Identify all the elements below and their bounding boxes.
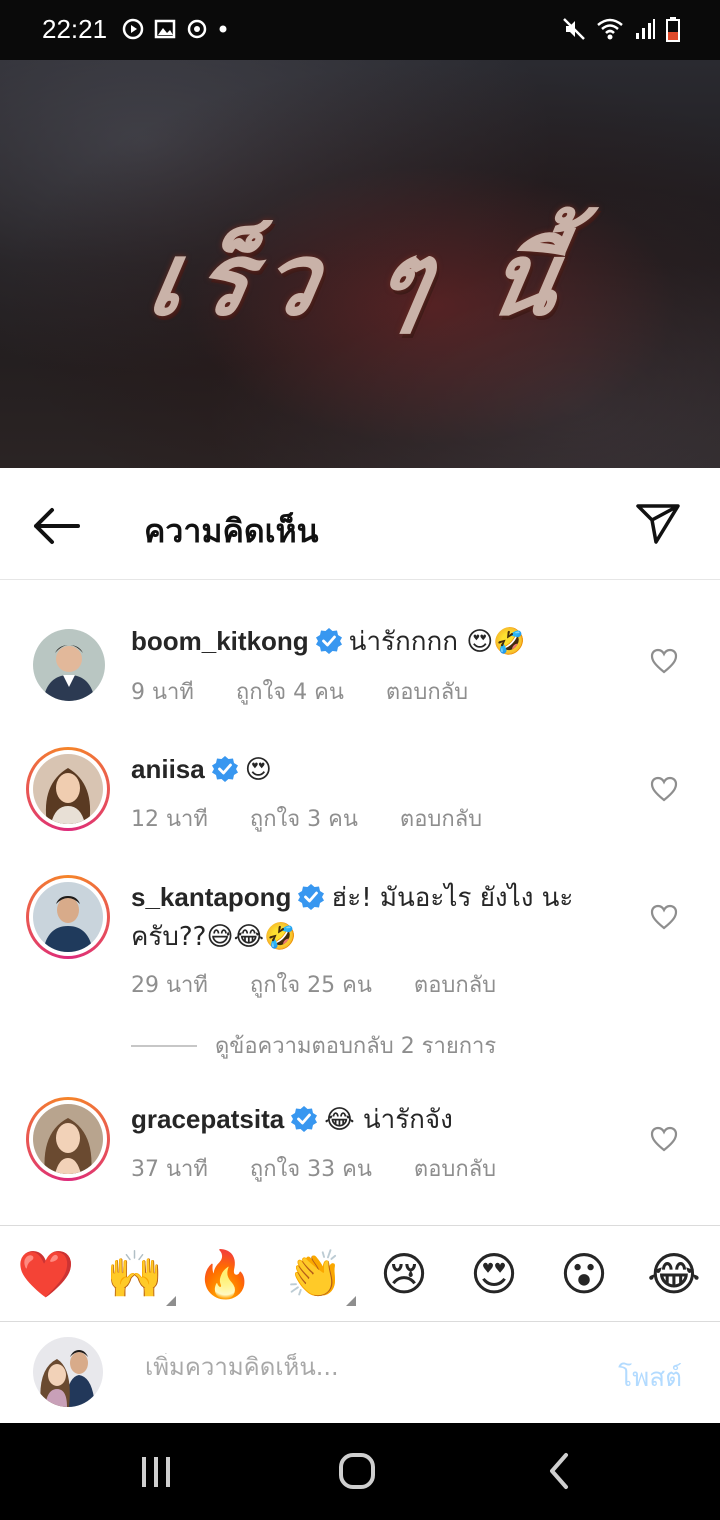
avatar[interactable] [26,747,110,831]
video-preview[interactable]: เร็ว ๆ นี้ [0,60,720,468]
mute-icon [563,18,585,40]
comment-body: 😂 น่ารักจัง [324,1105,453,1135]
avatar[interactable] [26,875,110,959]
home-icon[interactable] [333,1451,381,1493]
back-arrow-icon[interactable] [28,504,84,548]
status-time: 22:21 [42,14,108,44]
sync-icon [187,19,207,39]
verified-badge-icon [298,884,325,910]
reaction-surprised[interactable]: 😮 [556,1246,612,1302]
reply-button[interactable]: ตอบกลับ [386,674,468,709]
comment-text-line: gracepatsita 😂 น่ารักจัง [131,1099,631,1140]
comment-time: 12 นาที [131,807,208,832]
comment-text-line: boom_kitkong น่ารักกกก 😍🤣 [131,621,631,662]
comment-meta: 12 นาที ถูกใจ 3 คน ตอบกลับ [131,801,482,836]
back-nav-icon[interactable] [536,1451,584,1493]
dot-icon [219,25,227,33]
like-count[interactable]: ถูกใจ 4 คน [236,674,344,709]
heart-icon[interactable] [650,776,678,802]
username[interactable]: boom_kitkong [131,626,309,656]
system-navigation-bar [0,1423,720,1520]
status-bar: 22:21 [0,0,720,60]
recent-apps-icon[interactable] [132,1451,180,1493]
avatar[interactable] [26,1097,110,1181]
system-icons [562,16,680,42]
comment-composer: โพสต์ [0,1323,720,1423]
reaction-laughing[interactable]: 😂 [646,1246,702,1302]
skin-tone-indicator-icon [166,1296,176,1306]
comment-body-continued: ครับ??😅😂🤣 [131,922,297,952]
comment-meta: 9 นาที ถูกใจ 4 คน ตอบกลับ [131,674,468,709]
current-user-avatar [33,1337,103,1407]
send-icon[interactable] [634,500,682,548]
post-button[interactable]: โพสต์ [618,1357,682,1398]
clap-emoji: 👏 [286,1247,344,1301]
reaction-heart-eyes[interactable]: 😍 [466,1246,522,1302]
comment-meta: 29 นาที ถูกใจ 25 คน ตอบกลับ [131,967,496,1002]
verified-badge-icon [211,756,238,782]
comment-text-line: aniisa 😍 [131,749,631,790]
like-count[interactable]: ถูกใจ 3 คน [250,801,358,836]
raised-hands-emoji: 🙌 [106,1247,164,1301]
page-title: ความคิดเห็น [144,512,319,550]
avatar[interactable] [33,629,105,701]
reaction-raised-hands[interactable]: 🙌 [106,1246,176,1306]
divider [131,1044,197,1047]
comment-time: 9 นาที [131,680,194,705]
wifi-icon [597,18,623,40]
view-replies-label: ดูข้อความตอบกลับ 2 รายการ [215,1034,497,1059]
username[interactable]: gracepatsita [131,1104,284,1134]
comment-list: boom_kitkong น่ารักกกก 😍🤣 9 นาที ถูกใจ 4 … [0,581,720,1224]
battery-icon [666,17,680,42]
signal-icon [636,19,655,39]
comment-text-line: s_kantapong ฮ่ะ! มันอะไร ยังไง นะ [131,877,631,918]
gallery-icon [154,19,176,39]
verified-badge-icon [291,1106,318,1132]
username[interactable]: s_kantapong [131,882,291,912]
quick-reaction-bar: ❤️ 🙌 🔥 👏 😢 😍 😮 😂 [0,1225,720,1322]
media-play-icon [122,18,144,40]
heart-icon[interactable] [650,648,678,674]
notification-icons [122,18,228,40]
comment-body: 😍 [244,755,272,785]
like-count[interactable]: ถูกใจ 33 คน [250,1151,372,1186]
reply-button[interactable]: ตอบกลับ [414,967,496,1002]
reaction-fire[interactable]: 🔥 [196,1246,253,1302]
reaction-clap[interactable]: 👏 [286,1246,356,1306]
reply-button[interactable]: ตอบกลับ [400,801,482,836]
comment-meta: 37 นาที ถูกใจ 33 คน ตอบกลับ [131,1151,496,1186]
reply-button[interactable]: ตอบกลับ [414,1151,496,1186]
comments-header: ความคิดเห็น [0,468,720,580]
username[interactable]: aniisa [131,754,205,784]
comment-input[interactable] [145,1353,565,1381]
verified-badge-icon [315,628,342,654]
reaction-heart[interactable]: ❤️ [17,1246,74,1302]
comment-body: น่ารักกกก 😍🤣 [348,627,526,657]
like-count[interactable]: ถูกใจ 25 คน [250,967,372,1002]
comment-time: 29 นาที [131,973,208,998]
comment-body: ฮ่ะ! มันอะไร ยังไง นะ [331,883,574,913]
view-replies-button[interactable]: ดูข้อความตอบกลับ 2 รายการ [131,1028,496,1063]
reaction-crying[interactable]: 😢 [376,1246,432,1302]
comment-text-line-2: ครับ??😅😂🤣 [131,917,631,957]
comment-time: 37 นาที [131,1157,208,1182]
video-title-text: เร็ว ๆ นี้ [139,221,581,338]
skin-tone-indicator-icon [346,1296,356,1306]
heart-icon[interactable] [650,904,678,930]
heart-icon[interactable] [650,1126,678,1152]
